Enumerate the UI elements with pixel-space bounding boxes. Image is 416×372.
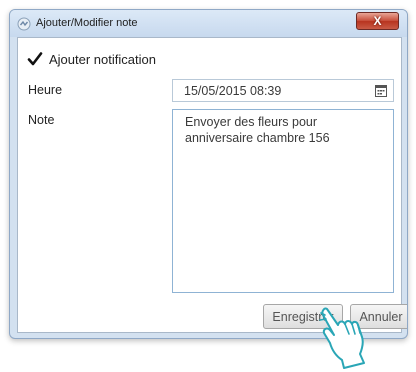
dialog-content: Ajouter notification Heure 15/05/2015 08… [17, 37, 407, 333]
close-icon: X [373, 14, 382, 28]
window-title: Ajouter/Modifier note [36, 17, 138, 29]
calendar-icon[interactable] [375, 85, 387, 97]
notification-label[interactable]: Ajouter notification [49, 52, 156, 67]
title-bar[interactable]: Ajouter/Modifier note X [10, 10, 407, 37]
note-label: Note [28, 113, 55, 127]
checkmark-icon[interactable] [27, 51, 43, 67]
note-textarea[interactable]: Envoyer des fleurs pour anniversaire cha… [172, 109, 394, 293]
heure-field[interactable]: 15/05/2015 08:39 [172, 79, 394, 102]
app-icon [17, 17, 31, 31]
heure-value[interactable]: 15/05/2015 08:39 [184, 84, 281, 98]
dialog-window: Ajouter/Modifier note X Ajouter notifica… [9, 9, 408, 339]
hand-pointer-icon [319, 307, 365, 369]
close-button[interactable]: X [356, 12, 399, 30]
heure-label: Heure [28, 83, 63, 97]
